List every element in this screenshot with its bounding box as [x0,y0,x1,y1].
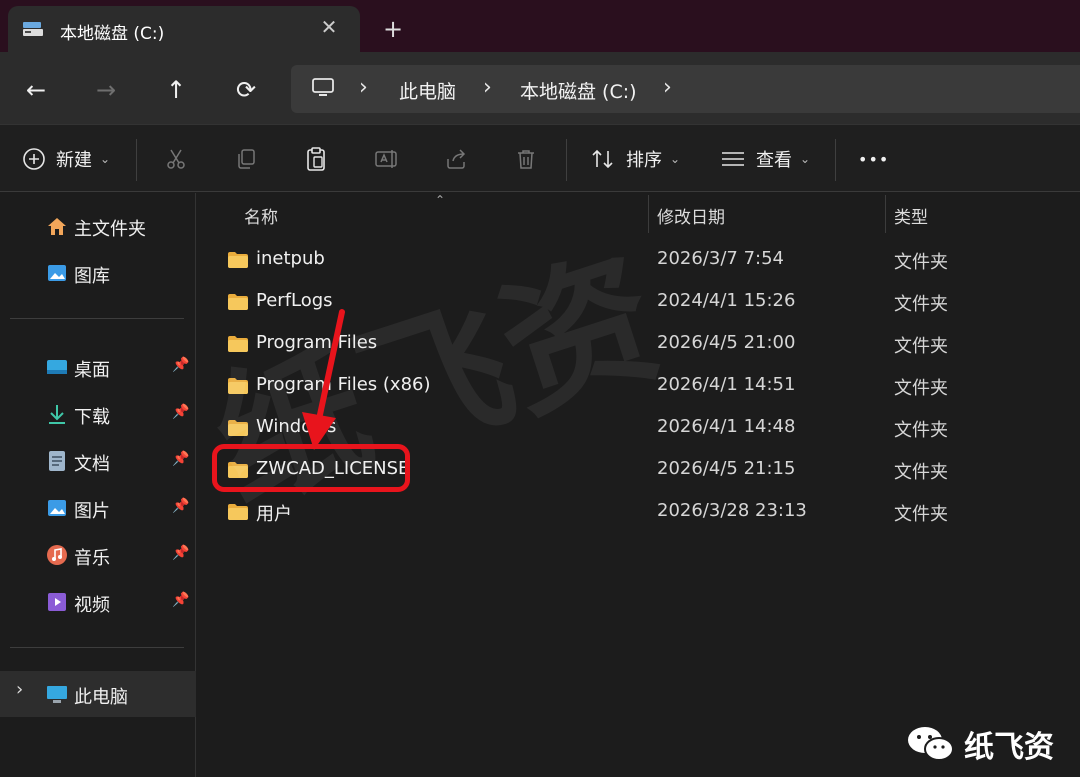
navigation-bar: ← → ↑ ⟳ › 此电脑 › 本地磁盘 (C:) › [0,52,1080,124]
column-header-type[interactable]: 类型 [894,203,928,228]
sidebar-item-label: 桌面 [74,360,110,381]
navigation-pane: 主文件夹 图库 桌面 📌 下载 📌 文档 📌 图片 📌 音乐 📌 视频 📌 › … [0,193,196,777]
divider [566,139,567,181]
folder-icon [228,294,248,310]
sidebar-item-label: 文档 [74,454,110,475]
share-button[interactable] [444,143,468,175]
breadcrumb-separator[interactable]: › [359,75,368,100]
back-button[interactable]: ← [18,72,54,108]
pin-icon[interactable]: 📌 [172,404,189,420]
rename-button[interactable] [374,143,400,175]
sort-button[interactable]: 排序 ⌄ [590,143,680,175]
command-bar: 新建 ⌄ 排序 ⌄ 查看 ⌄ ••• [0,124,1080,192]
trash-icon [518,150,534,169]
forward-button[interactable]: → [88,72,124,108]
music-icon [47,545,67,565]
sidebar-item-label: 下载 [74,407,110,428]
breadcrumb-this-pc[interactable]: 此电脑 [399,77,456,104]
close-tab-icon[interactable]: ✕ [316,14,342,40]
file-type: 文件夹 [894,252,948,273]
new-tab-button[interactable]: + [378,14,408,44]
cut-button[interactable] [164,143,188,175]
sidebar-item-label: 此电脑 [74,687,128,708]
red-arrow-icon [302,309,345,450]
tab-local-disk[interactable]: 本地磁盘 (C:) ✕ [8,6,360,54]
sidebar-item-home[interactable]: 主文件夹 [0,206,196,246]
sort-icon [592,149,613,169]
pin-icon[interactable]: 📌 [172,592,189,608]
sidebar-item-label: 音乐 [74,548,110,569]
pin-icon[interactable]: 📌 [172,357,189,373]
file-type: 文件夹 [894,378,948,399]
sidebar-item-desktop[interactable]: 桌面 📌 [0,347,196,387]
share-icon [447,149,466,169]
divider [10,318,184,319]
sidebar-item-documents[interactable]: 文档 📌 [0,441,196,481]
divider [835,139,836,181]
chevron-down-icon: ⌄ [100,152,111,166]
brand-logo: 纸飞资 [906,722,1054,766]
title-bar: 本地磁盘 (C:) ✕ + [0,0,1080,54]
document-icon [49,451,65,471]
tab-title: 本地磁盘 (C:) [60,24,165,44]
desktop-icon [47,360,67,374]
sidebar-item-this-pc[interactable]: › 此电脑 [0,671,196,717]
sidebar-item-gallery[interactable]: 图库 [0,253,196,293]
sidebar-item-pictures[interactable]: 图片 📌 [0,488,196,528]
column-header-name[interactable]: 名称 [244,203,278,228]
rename-icon [375,150,397,168]
sidebar-item-music[interactable]: 音乐 📌 [0,535,196,575]
home-icon [48,218,66,235]
chevron-right-icon[interactable]: › [16,679,23,700]
file-type: 文件夹 [894,462,948,483]
computer-icon [312,78,334,96]
delete-button[interactable] [514,143,538,175]
file-type: 文件夹 [894,336,948,357]
sidebar-item-videos[interactable]: 视频 📌 [0,582,196,622]
file-type: 文件夹 [894,420,948,441]
gallery-icon [48,265,66,281]
computer-icon [47,686,67,703]
divider [10,647,184,648]
file-type: 文件夹 [894,294,948,315]
new-label: 新建 [56,150,92,171]
sidebar-item-label: 图片 [74,501,110,522]
copy-button[interactable] [234,143,258,175]
sidebar-item-label: 视频 [74,595,110,616]
sidebar-item-downloads[interactable]: 下载 📌 [0,394,196,434]
breadcrumb-separator[interactable]: › [663,75,672,100]
plus-circle-icon [23,148,45,170]
more-options-button[interactable]: ••• [858,143,889,175]
video-icon [48,593,66,611]
sidebar-item-label: 图库 [74,266,110,287]
breadcrumb-separator[interactable]: › [483,75,492,100]
pictures-icon [48,500,66,516]
up-button[interactable]: ↑ [158,72,194,108]
new-button[interactable]: 新建 ⌄ [22,143,110,175]
address-bar[interactable]: › 此电脑 › 本地磁盘 (C:) › [291,65,1080,113]
paste-icon [307,147,325,171]
wechat-icon [908,727,954,761]
column-divider[interactable] [885,195,886,233]
pin-icon[interactable]: 📌 [172,451,189,467]
pin-icon[interactable]: 📌 [172,545,189,561]
file-modified-date: 2026/3/28 23:13 [657,500,807,521]
download-icon [49,405,65,424]
chevron-down-icon: ⌄ [670,152,681,166]
file-name: inetpub [256,248,325,269]
sidebar-item-label: 主文件夹 [74,219,146,240]
sort-label: 排序 [626,150,662,171]
paste-button[interactable] [304,143,328,175]
folder-icon [228,252,248,268]
drive-icon [23,22,43,36]
divider [136,139,137,181]
pin-icon[interactable]: 📌 [172,498,189,514]
sort-indicator-icon: ⌃ [435,193,446,207]
copy-icon [238,149,255,169]
cut-icon [167,149,185,169]
refresh-button[interactable]: ⟳ [228,72,264,108]
breadcrumb-local-disk[interactable]: 本地磁盘 (C:) [520,77,637,104]
brand-text: 纸飞资 [964,730,1054,765]
file-type: 文件夹 [894,504,948,525]
